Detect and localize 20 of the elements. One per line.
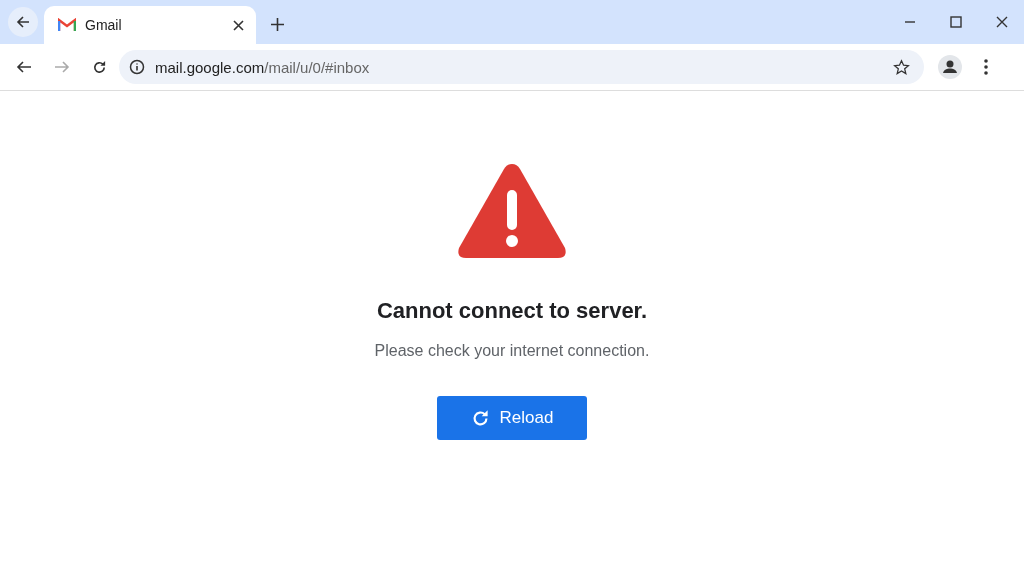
reload-icon[interactable]	[92, 59, 107, 75]
maximize-icon[interactable]	[950, 16, 962, 28]
info-icon	[129, 59, 145, 75]
close-icon[interactable]	[233, 19, 244, 31]
error-title: Cannot connect to server.	[376, 298, 648, 324]
address-bar[interactable]: mail.google.com/mail/u/0/#inbox	[119, 50, 924, 84]
menu-icon[interactable]	[984, 59, 988, 75]
error-message: Please check your internet connection.	[374, 342, 650, 360]
mail-logo-icon	[58, 18, 76, 32]
back-arrow-icon[interactable]	[16, 60, 32, 74]
tab-search-button[interactable]	[8, 7, 38, 37]
url-text: mail.google.com/mail/u/0/#inbox	[155, 58, 370, 76]
reload-button[interactable]: Reload	[437, 396, 587, 440]
browser-tab[interactable]: Gmail	[44, 6, 256, 44]
star-icon[interactable]	[893, 58, 910, 76]
profile-icon[interactable]	[938, 55, 962, 79]
back-arrow-icon	[16, 15, 30, 29]
new-tab-icon[interactable]	[271, 18, 284, 31]
close-icon[interactable]	[996, 16, 1008, 28]
tab-title: Gmail	[85, 17, 123, 33]
